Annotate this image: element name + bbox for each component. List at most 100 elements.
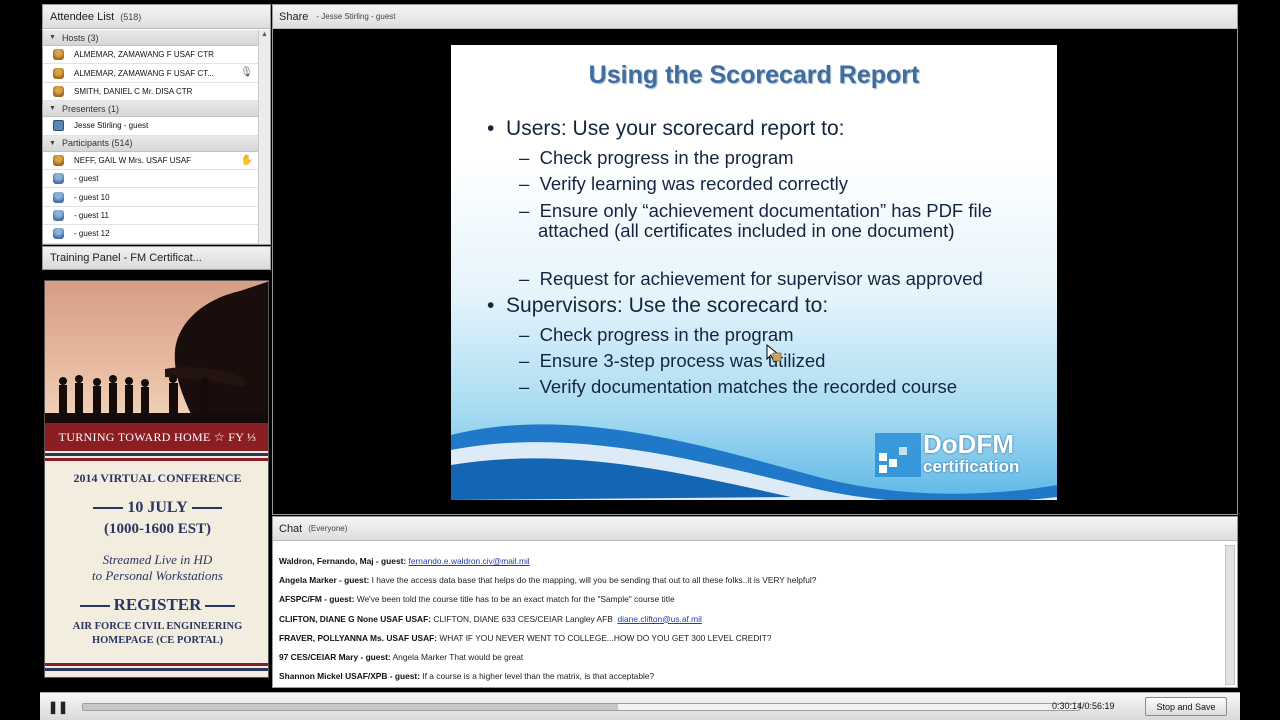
aircraft-silhouette-image	[45, 281, 268, 423]
playback-bar: ❚❚ 0:30:14/0:56:19 Stop and Save	[40, 692, 1240, 720]
sub-bullet-text: Check progress in the program	[539, 324, 794, 345]
bullet-text: Users: Use your scorecard report to:	[506, 117, 845, 140]
attendee-row[interactable]: Jesse Stirling - guest	[43, 117, 259, 136]
playback-seek-bar[interactable]	[82, 703, 1080, 711]
training-panel-header: Training Panel - FM Certificat...	[42, 246, 271, 270]
chat-text: I have the access data base that helps d…	[371, 575, 817, 586]
attendee-row[interactable]: NEFF, GAIL W Mrs. USAF USAF ✋	[43, 152, 259, 170]
participant-icon	[53, 154, 64, 166]
attendee-list-pod: Attendee List (518) ▼ Hosts (3) ALMEMAR,…	[42, 4, 271, 245]
attendee-list-title: Attendee List	[50, 10, 115, 23]
share-presenter-name: - Jesse Stirling - guest	[316, 12, 396, 21]
poster-time: (1000-1600 EST)	[103, 521, 212, 537]
chat-message: CLIFTON, DIANE G None USAF USAF: CLIFTON…	[279, 613, 1219, 632]
chat-sender: Angela Marker - guest:	[279, 575, 370, 586]
poster-banner: TURNING TOWARD HOME ☆ FY ⅓	[45, 423, 268, 451]
attendee-row[interactable]: SMITH, DANIEL C Mr. DISA CTR	[43, 83, 259, 102]
group-label: Participants (514)	[61, 138, 133, 149]
scroll-up-arrow-icon[interactable]: ▲	[259, 30, 270, 40]
chat-scope: (Everyone)	[308, 524, 348, 533]
poster-portal-line2: HOMEPAGE (CE PORTAL)	[91, 635, 224, 646]
chat-text: CLIFTON, DIANE 633 CES/CEIAR Langley AFB	[433, 613, 613, 624]
participant-icon	[53, 173, 64, 185]
host-icon	[53, 85, 64, 97]
dodfm-logo-icon	[875, 433, 921, 477]
attendee-list-header: Attendee List (518)	[43, 5, 270, 29]
dodfm-certification-logo: DoDFM certification	[875, 429, 1043, 485]
slide-sub-bullet: – Ensure only “achievement documentation…	[519, 200, 993, 241]
chat-sender: AFSPC/FM - guest:	[279, 594, 355, 605]
chat-text: Angela Marker That would be great	[392, 651, 524, 662]
mouse-cursor-icon	[766, 343, 782, 363]
attendee-list-scrollbar[interactable]: ▲	[258, 30, 270, 244]
stop-and-save-button[interactable]: Stop and Save	[1145, 697, 1227, 716]
bullet-text: Supervisors: Use the scorecard to:	[506, 294, 829, 317]
group-presenters[interactable]: ▼ Presenters (1)	[43, 101, 259, 118]
chat-message: Angela Marker - guest: I have the access…	[279, 574, 1219, 593]
attendee-name: SMITH, DANIEL C Mr. DISA CTR	[74, 86, 193, 96]
chat-pod-header: Chat (Everyone)	[273, 517, 1237, 541]
participant-icon	[53, 228, 64, 240]
microphone-icon: 🎙	[240, 67, 253, 79]
poster-stream-line1: Streamed Live in HD	[102, 552, 213, 567]
collapse-triangle-icon[interactable]: ▼	[49, 34, 56, 41]
participant-icon	[53, 191, 64, 203]
slide-sub-bullet: – Check progress in the program	[519, 324, 794, 345]
collapse-triangle-icon[interactable]: ▼	[49, 140, 56, 147]
attendee-name: NEFF, GAIL W Mrs. USAF USAF	[74, 155, 192, 165]
participant-icon	[53, 209, 64, 221]
slide-sub-bullet: – Verify documentation matches the recor…	[519, 376, 958, 397]
attendee-name: - guest 12	[74, 229, 110, 239]
poster-stream-line2: to Personal Workstations	[92, 568, 223, 583]
attendee-row[interactable]: ALMEMAR, ZAMAWANG F USAF CT... 🎙	[43, 64, 259, 83]
collapse-triangle-icon[interactable]: ▼	[49, 105, 56, 112]
sub-bullet-text: Verify learning was recorded correctly	[539, 173, 849, 194]
dodfm-logo-text: DoDFM	[923, 429, 1014, 459]
chat-scrollbar[interactable]	[1225, 545, 1235, 685]
host-icon	[53, 49, 64, 61]
attendee-row[interactable]: - guest	[43, 170, 259, 189]
chat-link[interactable]: fernando.e.waldron.civ@mail.mil	[409, 556, 530, 566]
chat-messages: Waldron, Fernando, Maj - guest: fernando…	[279, 555, 1219, 687]
attendee-name: ALMEMAR, ZAMAWANG F USAF CT...	[74, 68, 214, 78]
chat-sender: 97 CES/CEIAR Mary - guest:	[279, 651, 391, 662]
playback-progress-fill	[83, 704, 618, 710]
poster-stripe	[45, 663, 268, 666]
chat-message: 97 CES/CEIAR Mary - guest: Angela Marker…	[279, 651, 1219, 670]
slide-bullet-supervisors: • Supervisors: Use the scorecard to:	[487, 294, 829, 317]
chat-sender: FRAVER, POLLYANNA Ms. USAF USAF:	[279, 632, 438, 643]
group-label: Hosts (3)	[61, 32, 99, 43]
attendee-list[interactable]: ▼ Hosts (3) ALMEMAR, ZAMAWANG F USAF CTR…	[43, 30, 259, 244]
conference-poster: TURNING TOWARD HOME ☆ FY ⅓ 2014 VIRTUAL …	[44, 280, 269, 678]
attendee-row[interactable]: - guest 10	[43, 188, 259, 207]
attendee-name: Jesse Stirling - guest	[74, 121, 149, 131]
playback-time: 0:30:14/0:56:19	[1052, 701, 1115, 711]
presenter-icon	[53, 120, 64, 132]
chat-message: FRAVER, POLLYANNA Ms. USAF USAF: WHAT IF…	[279, 632, 1219, 651]
attendee-count: (518)	[120, 11, 142, 22]
host-icon	[53, 67, 64, 79]
recording-player-window: Attendee List (518) ▼ Hosts (3) ALMEMAR,…	[0, 0, 1280, 720]
slide-sub-bullet: – Request for achievement for supervisor…	[519, 268, 983, 289]
chat-sender: CLIFTON, DIANE G None USAF USAF:	[279, 613, 431, 624]
poster-stripe	[45, 668, 268, 671]
slide-sub-bullet: – Check progress in the program	[519, 147, 794, 168]
group-hosts[interactable]: ▼ Hosts (3)	[43, 30, 259, 46]
poster-photo	[45, 281, 268, 423]
attendee-row[interactable]: - guest 12	[43, 225, 259, 244]
chat-text: WHAT IF YOU NEVER WENT TO COLLEGE...HOW …	[439, 632, 772, 643]
poster-stripe	[45, 453, 268, 456]
sub-bullet-text: Verify documentation matches the recorde…	[539, 376, 958, 397]
chat-sender: Waldron, Fernando, Maj - guest:	[279, 556, 407, 566]
attendee-row[interactable]: - guest 11	[43, 207, 259, 226]
pause-icon[interactable]: ❚❚	[48, 699, 68, 715]
poster-date-text: 10 JULY	[127, 499, 188, 516]
sub-bullet-text: Ensure only “achievement documentation” …	[538, 200, 993, 241]
group-participants[interactable]: ▼ Participants (514)	[43, 135, 259, 152]
chat-pod-title: Chat	[279, 522, 303, 535]
attendee-name: - guest 11	[74, 210, 109, 220]
chat-pod: Chat (Everyone) Waldron, Fernando, Maj -…	[272, 516, 1238, 688]
attendee-row[interactable]: ALMEMAR, ZAMAWANG F USAF CTR	[43, 46, 259, 65]
chat-link[interactable]: diane.clifton@us.af.mil	[618, 614, 702, 624]
sub-bullet-text: Request for achievement for supervisor w…	[539, 268, 983, 289]
